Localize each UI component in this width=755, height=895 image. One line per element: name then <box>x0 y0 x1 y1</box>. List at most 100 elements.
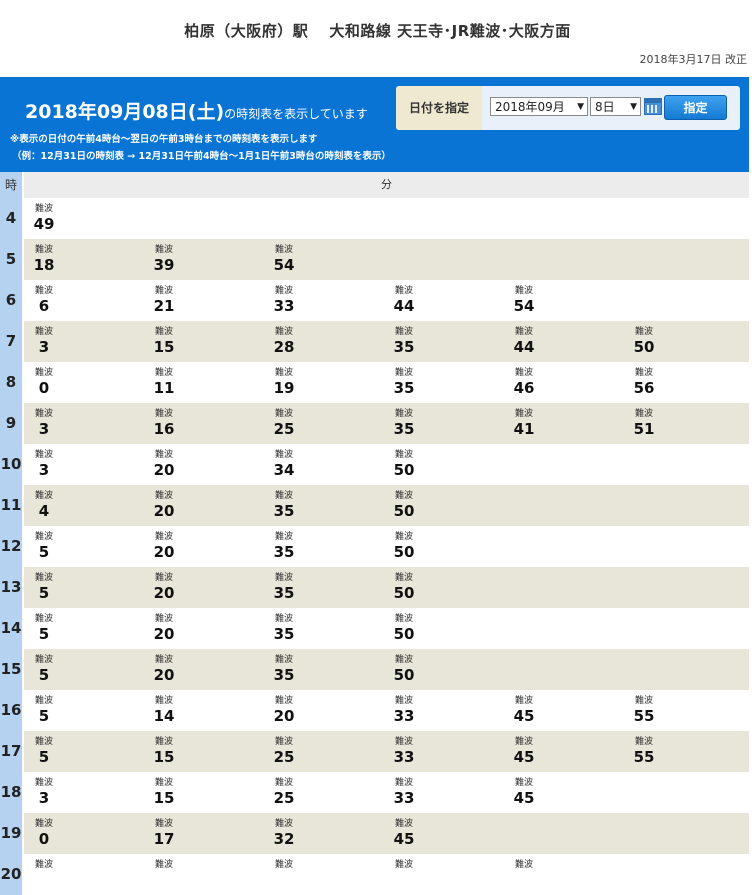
departure-cell[interactable]: 難波 3 <box>4 321 84 362</box>
departure-cell[interactable]: 難波 <box>364 854 444 895</box>
departure-cell[interactable]: 難波 50 <box>604 321 684 362</box>
departure-cell[interactable]: 難波 3 <box>4 403 84 444</box>
departure-cell[interactable]: 難波 <box>4 854 84 895</box>
month-select[interactable]: 2018年09月 ▼ <box>490 97 588 116</box>
set-date-button[interactable]: 指定 <box>664 95 727 120</box>
destination-label: 難波 <box>154 696 173 706</box>
departure-cell[interactable]: 難波 <box>244 854 324 895</box>
departure-cell[interactable]: 難波 33 <box>364 690 444 731</box>
departure-cell[interactable]: 難波 51 <box>604 403 684 444</box>
departure-cell[interactable]: 難波 34 <box>244 444 324 485</box>
departure-cell[interactable]: 難波 3 <box>4 772 84 813</box>
departure-cell[interactable]: 難波 55 <box>604 690 684 731</box>
departure-cell[interactable]: 難波 44 <box>364 280 444 321</box>
departure-cell[interactable]: 難波 35 <box>244 649 324 690</box>
departure-cell[interactable]: 難波 45 <box>484 731 564 772</box>
departure-cell[interactable]: 難波 35 <box>244 567 324 608</box>
departure-cell[interactable]: 難波 41 <box>484 403 564 444</box>
departure-list: 難波 5 難波 15 難波 25 難波 33 難波 45 難波 55 <box>24 731 749 772</box>
display-date-suffix: の時刻表を表示しています <box>224 107 368 121</box>
departure-cell[interactable]: 難波 35 <box>244 608 324 649</box>
departure-cell[interactable]: 難波 33 <box>244 280 324 321</box>
departure-cell[interactable]: 難波 5 <box>4 649 84 690</box>
destination-label: 難波 <box>634 327 653 337</box>
departure-cell[interactable]: 難波 25 <box>244 731 324 772</box>
destination-label: 難波 <box>634 368 653 378</box>
destination-label: 難波 <box>274 614 293 624</box>
departure-cell[interactable]: 難波 50 <box>364 649 444 690</box>
departure-cell[interactable]: 難波 45 <box>484 690 564 731</box>
departure-cell[interactable]: 難波 45 <box>364 813 444 854</box>
departure-cell[interactable]: 難波 33 <box>364 772 444 813</box>
departure-minute: 25 <box>273 789 295 807</box>
departure-cell[interactable]: 難波 20 <box>124 567 204 608</box>
departure-cell[interactable]: 難波 3 <box>4 444 84 485</box>
destination-label: 難波 <box>394 491 413 501</box>
departure-cell[interactable]: 難波 15 <box>124 731 204 772</box>
departure-cell[interactable]: 難波 17 <box>124 813 204 854</box>
calendar-icon[interactable] <box>644 98 662 115</box>
departure-cell[interactable]: 難波 50 <box>364 444 444 485</box>
departure-cell[interactable]: 難波 6 <box>4 280 84 321</box>
departure-cell[interactable]: 難波 20 <box>124 608 204 649</box>
departure-cell[interactable]: 難波 20 <box>124 485 204 526</box>
departure-cell[interactable]: 難波 16 <box>124 403 204 444</box>
destination-label: 難波 <box>34 778 53 788</box>
departure-cell[interactable]: 難波 44 <box>484 321 564 362</box>
destination-label: 難波 <box>154 860 173 870</box>
date-banner: 2018年09月08日(土)の時刻表を表示しています ※表示の日付の午前4時台～… <box>0 77 749 172</box>
departure-cell[interactable]: 難波 50 <box>364 567 444 608</box>
hour-column-header: 時 <box>0 172 22 198</box>
departure-cell[interactable]: 難波 28 <box>244 321 324 362</box>
departure-cell[interactable]: 難波 33 <box>364 731 444 772</box>
departure-cell[interactable]: 難波 49 <box>4 198 84 239</box>
destination-label: 難波 <box>274 409 293 419</box>
departure-cell[interactable]: 難波 0 <box>4 813 84 854</box>
departure-cell[interactable]: 難波 54 <box>244 239 324 280</box>
departure-cell[interactable]: 難波 5 <box>4 731 84 772</box>
departure-cell[interactable]: 難波 54 <box>484 280 564 321</box>
timetable-row: 5 難波 18 難波 39 難波 54 <box>0 239 749 280</box>
departure-cell[interactable]: 難波 15 <box>124 772 204 813</box>
departure-cell[interactable]: 難波 18 <box>4 239 84 280</box>
departure-cell[interactable]: 難波 20 <box>124 649 204 690</box>
departure-cell[interactable]: 難波 35 <box>364 362 444 403</box>
departure-cell[interactable]: 難波 5 <box>4 526 84 567</box>
departure-cell[interactable]: 難波 4 <box>4 485 84 526</box>
departure-cell[interactable]: 難波 19 <box>244 362 324 403</box>
departure-cell[interactable]: 難波 35 <box>364 321 444 362</box>
departure-cell[interactable]: 難波 20 <box>124 444 204 485</box>
departure-cell[interactable]: 難波 25 <box>244 772 324 813</box>
timetable-row: 12 難波 5 難波 20 難波 35 難波 50 <box>0 526 749 567</box>
departure-cell[interactable]: 難波 35 <box>364 403 444 444</box>
departure-cell[interactable]: 難波 <box>124 854 204 895</box>
departure-cell[interactable]: 難波 50 <box>364 526 444 567</box>
departure-cell[interactable]: 難波 50 <box>364 608 444 649</box>
departure-cell[interactable]: 難波 <box>484 854 564 895</box>
destination-label: 難波 <box>514 327 533 337</box>
departure-cell[interactable]: 難波 55 <box>604 731 684 772</box>
departure-cell[interactable]: 難波 0 <box>4 362 84 403</box>
departure-cell[interactable]: 難波 56 <box>604 362 684 403</box>
departure-cell[interactable]: 難波 35 <box>244 526 324 567</box>
departure-list: 難波 3 難波 20 難波 34 難波 50 <box>24 444 749 485</box>
departure-cell[interactable]: 難波 35 <box>244 485 324 526</box>
departure-cell[interactable]: 難波 5 <box>4 690 84 731</box>
departure-cell[interactable]: 難波 20 <box>124 526 204 567</box>
destination-label: 難波 <box>154 327 173 337</box>
departure-cell[interactable]: 難波 45 <box>484 772 564 813</box>
day-select[interactable]: 8日 ▼ <box>590 97 641 116</box>
departure-cell[interactable]: 難波 15 <box>124 321 204 362</box>
departure-minute: 33 <box>273 297 295 315</box>
departure-cell[interactable]: 難波 5 <box>4 567 84 608</box>
departure-cell[interactable]: 難波 5 <box>4 608 84 649</box>
departure-cell[interactable]: 難波 20 <box>244 690 324 731</box>
departure-cell[interactable]: 難波 50 <box>364 485 444 526</box>
departure-cell[interactable]: 難波 25 <box>244 403 324 444</box>
departure-cell[interactable]: 難波 46 <box>484 362 564 403</box>
departure-cell[interactable]: 難波 11 <box>124 362 204 403</box>
departure-cell[interactable]: 難波 32 <box>244 813 324 854</box>
departure-cell[interactable]: 難波 21 <box>124 280 204 321</box>
departure-cell[interactable]: 難波 14 <box>124 690 204 731</box>
departure-cell[interactable]: 難波 39 <box>124 239 204 280</box>
